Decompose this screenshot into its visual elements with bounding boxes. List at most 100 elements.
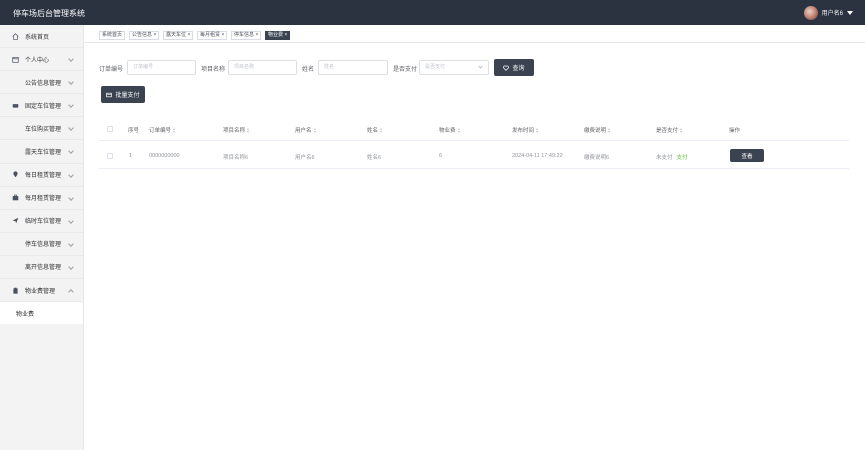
search-button[interactable]: 查询	[494, 59, 534, 76]
order-no-input[interactable]: 订单编号	[127, 60, 196, 75]
close-icon[interactable]: ×	[187, 32, 190, 38]
project-input[interactable]: 项目名称	[228, 60, 297, 75]
sidebar-item-monthly-rent[interactable]: 每月租赁管理	[0, 187, 83, 210]
sort-icon[interactable]	[680, 128, 683, 133]
tab-label: 公告信息	[132, 32, 153, 38]
col-order-no[interactable]: 订单编号	[149, 126, 176, 134]
close-icon[interactable]: ×	[153, 32, 156, 38]
chevron-down-icon	[68, 194, 74, 201]
sidebar-subitem-label: 物业费	[16, 311, 35, 318]
sidebar-item-label: 离开信息管理	[25, 265, 62, 272]
chevron-down-icon	[68, 241, 74, 247]
sidebar-item-property-fee[interactable]: 物业费管理	[0, 279, 83, 303]
col-order-no-label: 订单编号	[149, 128, 172, 134]
sidebar-item-label: 每日租赁管理	[25, 173, 62, 180]
col-project-label: 项目名称	[223, 128, 246, 134]
chevron-down-icon	[68, 217, 74, 224]
filter-label-order-no: 订单编号	[99, 67, 124, 73]
filter-label-paid: 是否支付	[393, 67, 418, 73]
cell-note: 缴费说明6	[584, 155, 610, 161]
send-icon	[12, 217, 19, 224]
sidebar-item-label: 公告信息管理	[25, 80, 62, 87]
user-menu[interactable]: 用户名6	[803, 5, 853, 20]
col-username[interactable]: 用户名	[295, 126, 316, 134]
card-icon	[106, 92, 113, 97]
cell-fee: 6	[439, 153, 443, 159]
grid-icon	[12, 240, 19, 247]
sidebar-item-fixed-space[interactable]: 固定车位管理	[0, 94, 83, 118]
app-title: 停车场后台管理系统	[13, 9, 85, 18]
table-row: 1 0000000000 项目名称6 用户名6 姓名6 6 2024-04-11…	[99, 142, 849, 169]
sidebar: 系统首页 个人中心 公告信息管理 固定车位管理 车位购买管理 露天车位管理 每日…	[0, 25, 84, 450]
tab-label: 物业费	[268, 32, 284, 38]
tab-monthly-rent[interactable]: 每月租赁 ×	[197, 31, 228, 40]
sort-icon[interactable]	[457, 128, 460, 133]
tab-property-fee[interactable]: 物业费 ×	[265, 31, 291, 40]
tab-notice[interactable]: 公告信息 ×	[129, 31, 160, 40]
chevron-down-icon	[68, 148, 74, 155]
select-all-checkbox[interactable]	[107, 126, 113, 132]
col-paid-label: 是否支付	[656, 128, 679, 134]
cell-order-no: 0000000000	[149, 153, 180, 159]
sort-icon[interactable]	[380, 128, 383, 133]
sidebar-item-parking-info[interactable]: 停车信息管理	[0, 233, 83, 256]
chevron-down-icon	[68, 264, 74, 270]
sidebar-item-open-air[interactable]: 露天车位管理	[0, 140, 83, 164]
col-time[interactable]: 发布时间	[512, 126, 539, 134]
name-input[interactable]: 姓名	[318, 60, 388, 75]
col-index: 序号	[128, 128, 140, 134]
top-bar: 停车场后台管理系统 用户名6	[0, 0, 865, 25]
col-name-label: 姓名	[367, 128, 379, 134]
sort-icon[interactable]	[608, 128, 611, 133]
chevron-down-icon	[68, 79, 74, 86]
sidebar-item-space-purchase[interactable]: 车位购买管理	[0, 117, 83, 141]
col-project[interactable]: 项目名称	[223, 126, 250, 134]
grid-icon	[12, 79, 19, 86]
location-icon	[13, 171, 18, 178]
username[interactable]: 用户名6	[822, 8, 843, 17]
sidebar-item-daily-rent[interactable]: 每日租赁管理	[0, 164, 83, 187]
sidebar-item-leave-info[interactable]: 离开信息管理	[0, 256, 83, 280]
filter-label-name: 姓名	[302, 67, 315, 73]
paid-select[interactable]: 是否支付	[419, 60, 489, 75]
cell-name: 姓名6	[367, 155, 382, 161]
col-paid[interactable]: 是否支付	[656, 126, 683, 134]
tab-home[interactable]: 系统首页	[99, 31, 126, 40]
sidebar-item-profile[interactable]: 个人中心	[0, 48, 83, 72]
tab-open-air[interactable]: 露天车位 ×	[163, 31, 194, 40]
sidebar-item-notice[interactable]: 公告信息管理	[0, 71, 83, 95]
close-icon[interactable]: ×	[284, 32, 287, 38]
col-time-label: 发布时间	[512, 128, 535, 134]
grid-icon	[12, 263, 19, 270]
sidebar-item-label: 固定车位管理	[25, 103, 62, 110]
sidebar-item-home[interactable]: 系统首页	[0, 25, 83, 49]
col-fee[interactable]: 物业费	[439, 126, 460, 134]
view-button[interactable]: 查看	[730, 149, 764, 162]
row-checkbox[interactable]	[107, 153, 113, 159]
pay-link[interactable]: 支付	[677, 155, 688, 161]
tags-view: 系统首页 公告信息 × 露天车位 × 每月租赁 × 停车信息 × 物业费 ×	[84, 25, 865, 43]
sidebar-item-label: 车位购买管理	[25, 126, 62, 133]
close-icon[interactable]: ×	[255, 32, 258, 38]
chevron-down-icon	[68, 102, 74, 109]
sort-icon[interactable]	[313, 128, 316, 133]
table-header: 序号 订单编号 项目名称 用户名 姓名 物业费 发布时间 缴费说明 是否支付 操…	[99, 117, 849, 141]
close-icon[interactable]: ×	[221, 32, 224, 38]
sidebar-subitem-property-fee[interactable]: 物业费	[0, 302, 83, 325]
sidebar-item-temporary[interactable]: 临时车位管理	[0, 210, 83, 233]
sort-icon[interactable]	[247, 128, 250, 133]
sort-icon[interactable]	[536, 128, 539, 133]
cell-time: 2024-04-11 17:49:22	[512, 153, 563, 159]
batch-pay-button[interactable]: 批量支付	[101, 86, 145, 103]
clipboard-icon	[13, 287, 18, 294]
caret-down-icon[interactable]	[847, 10, 853, 15]
sort-icon[interactable]	[173, 128, 176, 133]
col-name[interactable]: 姓名	[367, 126, 383, 134]
avatar[interactable]	[803, 5, 818, 20]
paid-status: 未支付	[656, 155, 673, 161]
paid-select-placeholder: 是否支付	[425, 64, 446, 70]
col-note[interactable]: 缴费说明	[584, 126, 611, 134]
col-username-label: 用户名	[295, 128, 312, 134]
chevron-up-icon	[68, 289, 74, 295]
tab-parking-info[interactable]: 停车信息 ×	[231, 31, 262, 40]
